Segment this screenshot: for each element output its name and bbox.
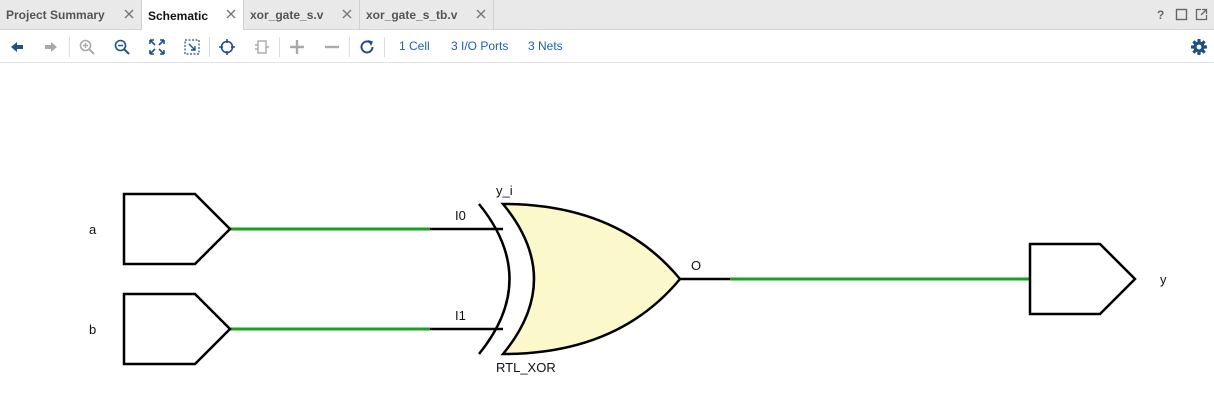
nets-link[interactable]: 3 Nets	[528, 39, 563, 53]
float-icon[interactable]	[1195, 8, 1208, 21]
output-port-y[interactable]: y	[1028, 242, 1167, 316]
tab-xor-gate-s-tb[interactable]: xor_gate_s_tb.v	[360, 0, 494, 30]
tab-label: Schematic	[148, 8, 209, 23]
remove-icon[interactable]	[323, 38, 341, 56]
toolbar-separator	[209, 37, 210, 57]
close-icon[interactable]	[123, 8, 135, 20]
cells-link[interactable]: 1 Cell	[399, 39, 430, 53]
schematic-canvas[interactable]: a b y_i RTL_XOR I0 I1 O y	[0, 63, 1214, 406]
toolbar-separator	[384, 37, 385, 57]
zoom-in-icon[interactable]	[78, 38, 96, 56]
refresh-icon[interactable]	[358, 38, 376, 56]
toolbar-separator	[349, 37, 350, 57]
pin-label-o: O	[691, 258, 701, 273]
svg-text:?: ?	[1157, 8, 1164, 21]
toolbar-separator	[279, 37, 280, 57]
zoom-area-icon[interactable]	[183, 38, 201, 56]
schematic-toolbar: 1 Cell 3 I/O Ports 3 Nets	[0, 30, 1214, 63]
tab-label: xor_gate_s.v	[250, 8, 324, 22]
xor-body	[500, 202, 682, 356]
pin-label-i0: I0	[455, 208, 466, 223]
tab-project-summary[interactable]: Project Summary	[0, 0, 142, 30]
editor-tab-bar: Project Summary Schematic xor_gate_s.v x…	[0, 0, 1214, 31]
xor-input-arc	[478, 203, 511, 355]
gate-type-label: RTL_XOR	[496, 360, 556, 375]
help-icon[interactable]: ?	[1155, 8, 1168, 21]
tab-schematic[interactable]: Schematic	[142, 0, 244, 31]
select-target-icon[interactable]	[218, 38, 236, 56]
port-label-y: y	[1160, 272, 1167, 287]
xor-gate[interactable]: y_i RTL_XOR I0 I1 O	[455, 183, 701, 375]
close-icon[interactable]	[341, 8, 353, 20]
input-port-b[interactable]: b	[89, 292, 232, 366]
close-icon[interactable]	[475, 8, 487, 20]
tab-label: xor_gate_s_tb.v	[366, 8, 458, 22]
pin-label-i1: I1	[455, 308, 466, 323]
port-label-b: b	[89, 322, 96, 337]
gear-icon[interactable]	[1190, 38, 1208, 56]
zoom-out-icon[interactable]	[113, 38, 131, 56]
tab-label: Project Summary	[6, 8, 105, 22]
forward-icon[interactable]	[42, 38, 60, 56]
collapse-icon[interactable]	[253, 38, 271, 56]
port-label-a: a	[89, 222, 97, 237]
expand-icon[interactable]	[288, 38, 306, 56]
io-ports-link[interactable]: 3 I/O Ports	[451, 39, 508, 53]
tab-xor-gate-s[interactable]: xor_gate_s.v	[244, 0, 360, 30]
zoom-fit-icon[interactable]	[148, 38, 166, 56]
back-icon[interactable]	[8, 38, 26, 56]
restore-icon[interactable]	[1175, 8, 1188, 21]
close-icon[interactable]	[225, 8, 237, 20]
toolbar-separator	[69, 37, 70, 57]
gate-instance-label: y_i	[496, 183, 513, 198]
input-port-a[interactable]: a	[89, 192, 232, 266]
